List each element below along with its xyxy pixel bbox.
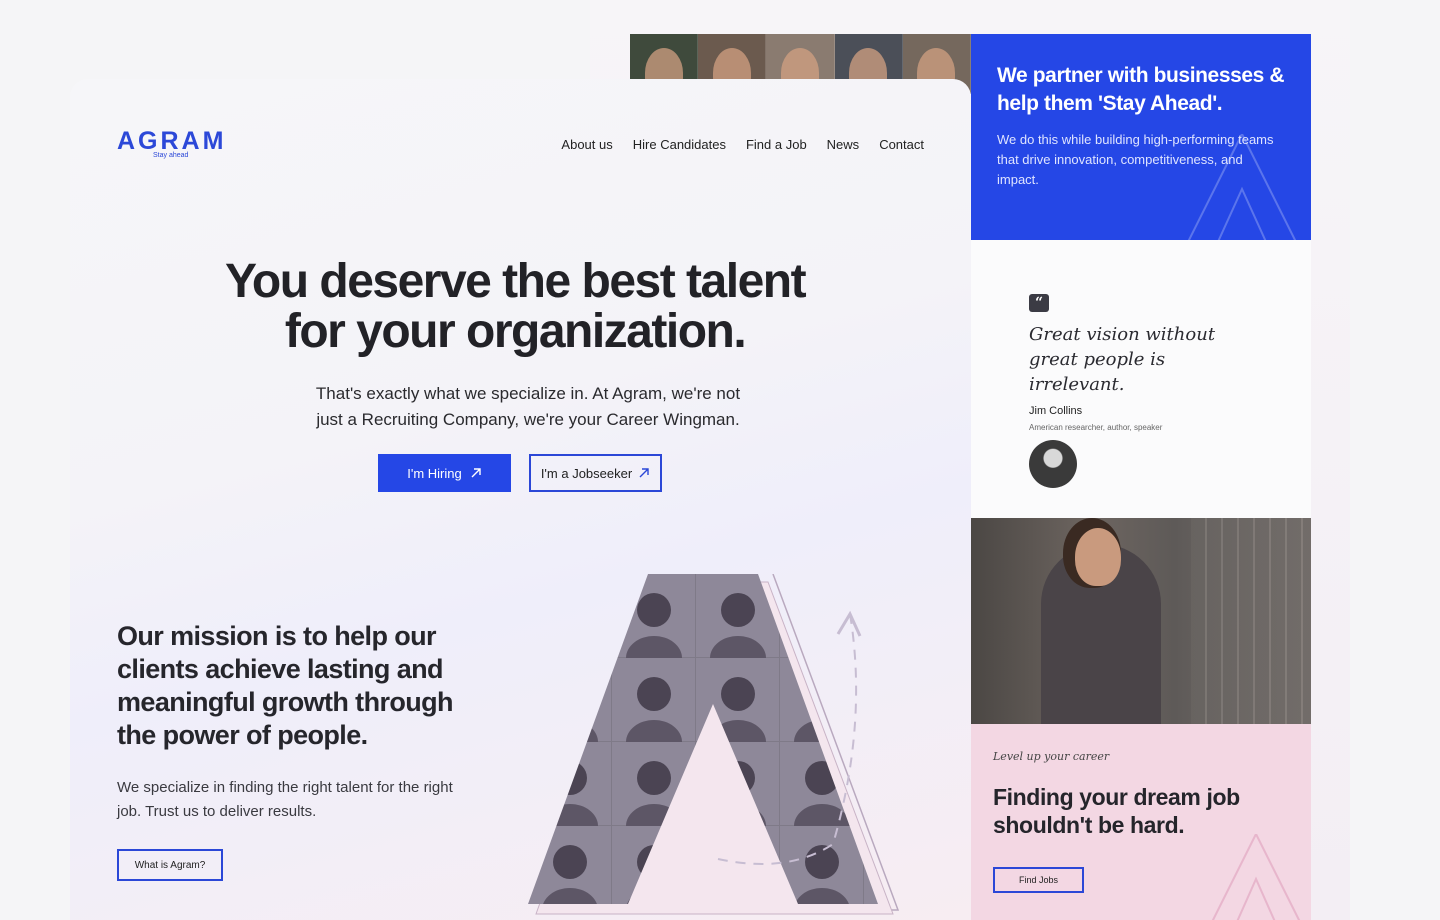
- main-nav: About us Hire Candidates Find a Job News…: [561, 137, 924, 152]
- hero-title-line2: for your organization.: [284, 305, 747, 358]
- nav-news[interactable]: News: [827, 137, 860, 152]
- arrow-head-icon: [836, 610, 862, 637]
- hero-buttons: I'm Hiring I'm a Jobseeker: [378, 454, 662, 492]
- jobseeker-label: I'm a Jobseeker: [540, 465, 633, 481]
- im-a-jobseeker-button[interactable]: I'm a Jobseeker: [529, 454, 662, 492]
- nav-about-us[interactable]: About us: [561, 137, 612, 152]
- hero-subtitle-line2: just a Recruiting Company, we're your Ca…: [316, 410, 740, 429]
- hero-title-line1: You deserve the best talent: [224, 255, 807, 308]
- hero-subtitle-line1: That's exactly what we specialize in. At…: [315, 384, 741, 403]
- main-card: AGRAM Stay ahead About us Hire Candidate…: [70, 79, 971, 920]
- quote-author: Jim Collins: [1029, 405, 1083, 417]
- person-head: [1075, 528, 1121, 586]
- mission-heading: Our mission is to help our clients achie…: [117, 621, 454, 750]
- hero-subtitle: That's exactly what we specialize in. At…: [70, 381, 971, 433]
- arrow-up-right-icon: [471, 468, 481, 478]
- what-is-agram-button[interactable]: What is Agram?: [117, 849, 223, 881]
- arrow-up-right-icon: [639, 468, 649, 478]
- career-heading: Finding your dream job shouldn't be hard…: [993, 784, 1240, 838]
- agram-a-watermark-icon: [1211, 834, 1301, 920]
- mission-body: We specialize in finding the right talen…: [117, 779, 453, 820]
- quote-text: Great vision without great people is irr…: [1029, 324, 1216, 395]
- im-hiring-button[interactable]: I'm Hiring: [378, 454, 511, 492]
- professional-woman-photo: [971, 518, 1311, 724]
- partner-panel: We partner with businesses & help them '…: [971, 34, 1311, 240]
- quote-panel: “ Great vision without great people is i…: [971, 240, 1311, 518]
- career-eyebrow: Level up your career: [993, 750, 1110, 763]
- hero-title: You deserve the best talent for your org…: [70, 257, 960, 357]
- logo-tagline: Stay ahead: [153, 152, 189, 159]
- building-background: [1191, 518, 1311, 724]
- partner-body: We do this while building high-performin…: [997, 132, 1274, 187]
- find-jobs-button[interactable]: Find Jobs: [993, 867, 1085, 893]
- nav-find-a-job[interactable]: Find a Job: [746, 137, 807, 152]
- quote-author-role: American researcher, author, speaker: [1029, 423, 1163, 432]
- brand-logo[interactable]: AGRAM Stay ahead: [117, 127, 226, 159]
- a-portrait-collage: [528, 574, 900, 915]
- quote-icon: “: [1029, 294, 1049, 312]
- nav-contact[interactable]: Contact: [879, 137, 924, 152]
- author-avatar: [1029, 440, 1077, 488]
- im-hiring-label: I'm Hiring: [407, 465, 462, 481]
- career-panel: Level up your career Finding your dream …: [971, 724, 1311, 920]
- partner-heading: We partner with businesses & help them '…: [997, 64, 1285, 115]
- nav-hire-candidates[interactable]: Hire Candidates: [633, 137, 726, 152]
